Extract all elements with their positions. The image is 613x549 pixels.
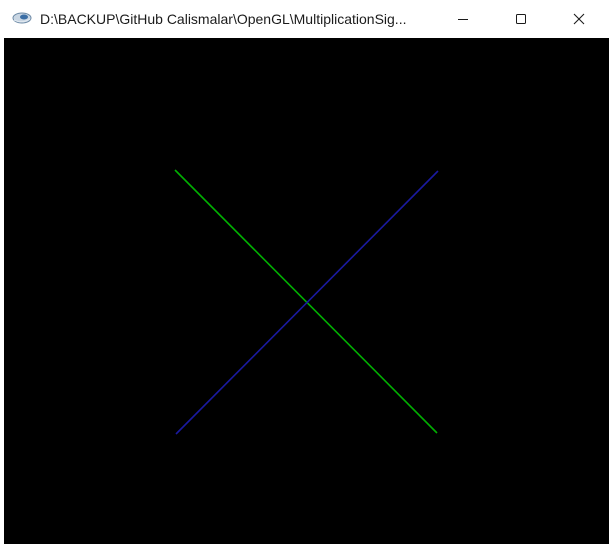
maximize-icon (516, 14, 526, 24)
minimize-icon (458, 19, 468, 20)
close-icon (573, 13, 585, 25)
close-button[interactable] (550, 0, 608, 38)
render-surface (174, 169, 439, 435)
right-border (609, 38, 613, 544)
window-title: D:\BACKUP\GitHub Calismalar\OpenGL\Multi… (40, 11, 407, 27)
title-bar[interactable]: D:\BACKUP\GitHub Calismalar\OpenGL\Multi… (0, 0, 613, 38)
green-diagonal-line (174, 169, 438, 434)
opengl-window: D:\BACKUP\GitHub Calismalar\OpenGL\Multi… (0, 0, 613, 544)
opengl-canvas[interactable] (4, 38, 609, 544)
opengl-app-icon (12, 11, 32, 25)
minimize-button[interactable] (434, 0, 492, 38)
maximize-button[interactable] (492, 0, 550, 38)
